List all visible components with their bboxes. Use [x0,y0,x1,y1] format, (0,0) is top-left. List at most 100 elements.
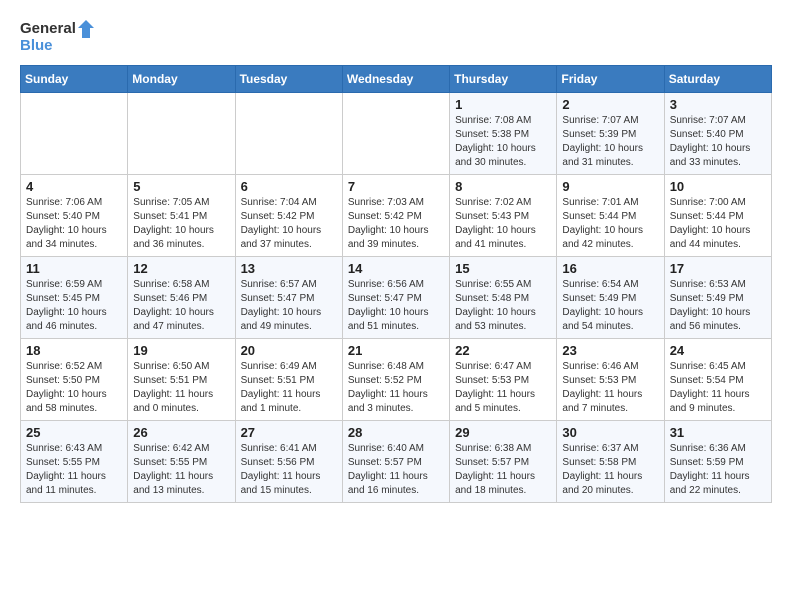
day-header-sunday: Sunday [21,65,128,92]
day-header-monday: Monday [128,65,235,92]
day-cell: 26 Sunrise: 6:42 AM Sunset: 5:55 PM Dayli… [128,420,235,502]
day-detail: Sunrise: 6:43 AM Sunset: 5:55 PM Dayligh… [26,442,122,498]
day-number: 8 [455,179,551,194]
day-number: 22 [455,343,551,358]
day-cell [21,92,128,174]
day-cell: 30Sunrise: 6:37 AM Sunset: 5:58 PM Dayli… [557,420,664,502]
day-detail: Sunrise: 6:56 AM Sunset: 5:47 PM Dayligh… [348,278,444,334]
day-number: 31 [670,425,766,440]
day-detail: Sunrise: 7:02 AM Sunset: 5:43 PM Dayligh… [455,196,551,252]
day-detail: Sunrise: 6:48 AM Sunset: 5:52 PM Dayligh… [348,360,444,416]
calendar-table: SundayMondayTuesdayWednesdayThursdayFrid… [20,65,772,503]
day-detail: Sunrise: 6:57 AM Sunset: 5:47 PM Dayligh… [241,278,337,334]
day-detail: Sunrise: 6:40 AM Sunset: 5:57 PM Dayligh… [348,442,444,498]
day-detail: Sunrise: 6:59 AM Sunset: 5:45 PM Dayligh… [26,278,122,334]
day-cell: 2 Sunrise: 7:07 AM Sunset: 5:39 PM Daylig… [557,92,664,174]
day-header-saturday: Saturday [664,65,771,92]
day-cell: 20Sunrise: 6:49 AM Sunset: 5:51 PM Dayli… [235,338,342,420]
day-number: 5 [133,179,229,194]
day-header-tuesday: Tuesday [235,65,342,92]
day-number: 3 [670,97,766,112]
day-cell: 10Sunrise: 7:00 AM Sunset: 5:44 PM Dayli… [664,174,771,256]
day-number: 28 [348,425,444,440]
day-detail: Sunrise: 6:38 AM Sunset: 5:57 PM Dayligh… [455,442,551,498]
day-cell: 31 Sunrise: 6:36 AM Sunset: 5:59 PM Dayli… [664,420,771,502]
day-cell: 28 Sunrise: 6:40 AM Sunset: 5:57 PM Dayli… [342,420,449,502]
day-number: 4 [26,179,122,194]
day-number: 20 [241,343,337,358]
day-number: 11 [26,261,122,276]
day-number: 10 [670,179,766,194]
day-cell [342,92,449,174]
day-cell: 7 Sunrise: 7:03 AM Sunset: 5:42 PM Daylig… [342,174,449,256]
day-cell: 11 Sunrise: 6:59 AM Sunset: 5:45 PM Dayli… [21,256,128,338]
day-number: 6 [241,179,337,194]
day-detail: Sunrise: 6:42 AM Sunset: 5:55 PM Dayligh… [133,442,229,498]
day-detail: Sunrise: 6:47 AM Sunset: 5:53 PM Dayligh… [455,360,551,416]
day-header-wednesday: Wednesday [342,65,449,92]
day-cell: 17 Sunrise: 6:53 AM Sunset: 5:49 PM Dayli… [664,256,771,338]
day-detail: Sunrise: 7:08 AM Sunset: 5:38 PM Dayligh… [455,114,551,170]
day-number: 1 [455,97,551,112]
day-number: 29 [455,425,551,440]
day-detail: Sunrise: 6:53 AM Sunset: 5:49 PM Dayligh… [670,278,766,334]
calendar-header: SundayMondayTuesdayWednesdayThursdayFrid… [21,65,772,92]
day-detail: Sunrise: 7:04 AM Sunset: 5:42 PM Dayligh… [241,196,337,252]
day-number: 12 [133,261,229,276]
day-detail: Sunrise: 7:01 AM Sunset: 5:44 PM Dayligh… [562,196,658,252]
day-cell: 25Sunrise: 6:43 AM Sunset: 5:55 PM Dayli… [21,420,128,502]
day-cell: 15 Sunrise: 6:55 AM Sunset: 5:48 PM Dayli… [450,256,557,338]
week-row-1: 1 Sunrise: 7:08 AM Sunset: 5:38 PM Daylig… [21,92,772,174]
day-cell: 3 Sunrise: 7:07 AM Sunset: 5:40 PM Daylig… [664,92,771,174]
day-detail: Sunrise: 7:03 AM Sunset: 5:42 PM Dayligh… [348,196,444,252]
day-cell: 6 Sunrise: 7:04 AM Sunset: 5:42 PM Daylig… [235,174,342,256]
day-detail: Sunrise: 7:07 AM Sunset: 5:40 PM Dayligh… [670,114,766,170]
day-number: 9 [562,179,658,194]
day-number: 15 [455,261,551,276]
day-number: 19 [133,343,229,358]
logo-text-block: General Blue [20,20,94,55]
day-detail: Sunrise: 6:54 AM Sunset: 5:49 PM Dayligh… [562,278,658,334]
calendar-body: 1 Sunrise: 7:08 AM Sunset: 5:38 PM Daylig… [21,92,772,502]
day-detail: Sunrise: 6:50 AM Sunset: 5:51 PM Dayligh… [133,360,229,416]
day-cell: 14 Sunrise: 6:56 AM Sunset: 5:47 PM Dayli… [342,256,449,338]
week-row-5: 25Sunrise: 6:43 AM Sunset: 5:55 PM Dayli… [21,420,772,502]
day-number: 2 [562,97,658,112]
day-cell: 5 Sunrise: 7:05 AM Sunset: 5:41 PM Daylig… [128,174,235,256]
day-cell: 23Sunrise: 6:46 AM Sunset: 5:53 PM Dayli… [557,338,664,420]
header-row: SundayMondayTuesdayWednesdayThursdayFrid… [21,65,772,92]
day-number: 21 [348,343,444,358]
day-number: 18 [26,343,122,358]
week-row-2: 4 Sunrise: 7:06 AM Sunset: 5:40 PM Daylig… [21,174,772,256]
page-header: General Blue [20,20,772,55]
day-cell: 13Sunrise: 6:57 AM Sunset: 5:47 PM Dayli… [235,256,342,338]
day-number: 7 [348,179,444,194]
day-detail: Sunrise: 6:58 AM Sunset: 5:46 PM Dayligh… [133,278,229,334]
day-cell [235,92,342,174]
week-row-4: 18 Sunrise: 6:52 AM Sunset: 5:50 PM Dayli… [21,338,772,420]
day-cell: 22 Sunrise: 6:47 AM Sunset: 5:53 PM Dayli… [450,338,557,420]
day-cell: 8 Sunrise: 7:02 AM Sunset: 5:43 PM Daylig… [450,174,557,256]
day-detail: Sunrise: 7:07 AM Sunset: 5:39 PM Dayligh… [562,114,658,170]
day-number: 23 [562,343,658,358]
day-header-thursday: Thursday [450,65,557,92]
day-number: 17 [670,261,766,276]
day-detail: Sunrise: 7:06 AM Sunset: 5:40 PM Dayligh… [26,196,122,252]
day-cell: 27 Sunrise: 6:41 AM Sunset: 5:56 PM Dayli… [235,420,342,502]
day-detail: Sunrise: 6:41 AM Sunset: 5:56 PM Dayligh… [241,442,337,498]
day-number: 24 [670,343,766,358]
day-number: 26 [133,425,229,440]
day-cell: 9 Sunrise: 7:01 AM Sunset: 5:44 PM Daylig… [557,174,664,256]
day-cell: 18 Sunrise: 6:52 AM Sunset: 5:50 PM Dayli… [21,338,128,420]
day-cell: 19 Sunrise: 6:50 AM Sunset: 5:51 PM Dayli… [128,338,235,420]
day-number: 27 [241,425,337,440]
day-detail: Sunrise: 7:05 AM Sunset: 5:41 PM Dayligh… [133,196,229,252]
day-detail: Sunrise: 6:36 AM Sunset: 5:59 PM Dayligh… [670,442,766,498]
day-detail: Sunrise: 6:55 AM Sunset: 5:48 PM Dayligh… [455,278,551,334]
day-detail: Sunrise: 6:52 AM Sunset: 5:50 PM Dayligh… [26,360,122,416]
day-number: 14 [348,261,444,276]
day-number: 30 [562,425,658,440]
day-cell: 29 Sunrise: 6:38 AM Sunset: 5:57 PM Dayli… [450,420,557,502]
week-row-3: 11 Sunrise: 6:59 AM Sunset: 5:45 PM Dayli… [21,256,772,338]
day-cell: 4 Sunrise: 7:06 AM Sunset: 5:40 PM Daylig… [21,174,128,256]
